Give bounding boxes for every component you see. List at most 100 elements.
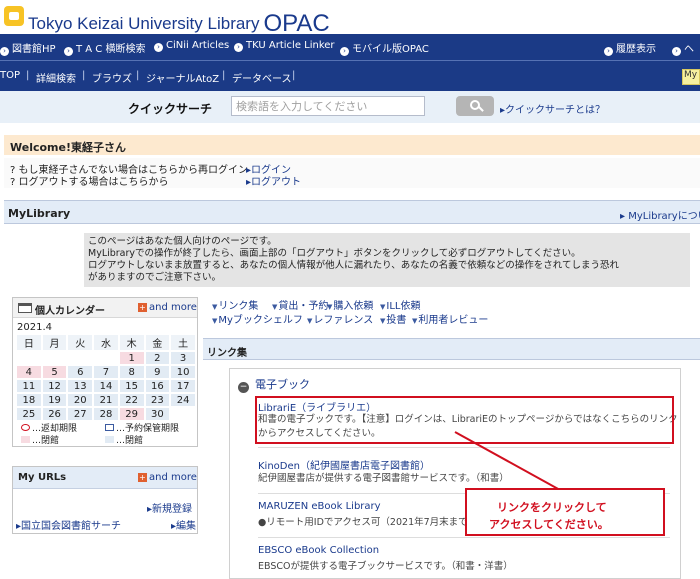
my-urls-title: My URLs [18,472,67,483]
library-logo-icon[interactable] [4,6,24,26]
arrow-circle-icon: › [604,47,613,56]
calendar-more-link[interactable]: + and more [138,302,197,313]
notice-line: がありますのでご注意下さい。 [88,272,222,283]
site-title[interactable]: Tokyo Keizai University Library OPAC [28,8,330,37]
menu-link-links[interactable]: ▼リンク集 [212,297,258,312]
calendar-day: 30 [145,408,170,420]
quick-search-help-link[interactable]: ▸クイックサーチとは？ [500,101,605,116]
my-urls-panel: My URLs + and more ▸新規登録 ▸国立国会図書館サーチ ▸編集 [12,466,198,534]
calendar-day: 17 [171,380,195,392]
plus-icon: + [138,303,147,312]
personal-calendar: 個人カレンダー + and more 2021.4 日 月 火 水 木 金 土 1… [12,297,198,447]
menu-link-reference[interactable]: ▼レファレンス [307,311,373,326]
calendar-day: 29 [119,408,144,420]
menu-browse[interactable]: ブラウズ [92,70,132,85]
topnav-label: TKU Article Linker [246,40,335,51]
links-header: リンク集 [203,338,700,360]
triangle-down-icon: ▼ [307,317,313,325]
links-title: リンク集 [207,348,247,359]
arrow-circle-icon: › [672,47,681,56]
topnav-item-article-linker[interactable]: › TKU Article Linker [234,40,335,52]
quick-search-help-text: クイックサーチとは？ [505,105,606,116]
menu-link-bookshelf[interactable]: ▼Myブックシェルフ [212,311,303,326]
mylibrary-help-text: MyLibraryについ [628,211,700,222]
calendar-icon [18,303,32,313]
calendar-day: 14 [94,380,118,392]
search-button[interactable] [456,96,494,116]
weekday: 月 [42,335,67,350]
menu-separator: | [222,70,226,81]
calendar-day: 9 [145,366,170,378]
topnav-item-history[interactable]: › 履歴表示 [604,40,656,56]
calendar-title: 個人カレンダー [35,306,105,317]
notice-line: ログアウトしないまま放置すると、あなたの個人情報が他人に漏れたり、あなたの名義で… [88,260,619,271]
my-urls-more-link[interactable]: + and more [138,472,197,483]
welcome-banner: Welcome!東経子さん [4,135,700,155]
topnav-item-cinii[interactable]: › CiNii Articles [154,40,229,52]
logout-link[interactable]: ▸ログアウト [246,173,301,188]
calendar-grid: 日 月 火 水 木 金 土 1 2 3 4 5 6 7 8 9 10 11 12… [15,333,197,422]
menu-link-purchase[interactable]: ▼購入依頼 [327,297,373,312]
calendar-day: 2 [145,352,170,364]
ebook-description: 紀伊國屋書店が提供する電子図書館サービスです。（和書） [258,473,509,484]
menu-database[interactable]: データベース [232,70,292,85]
ndl-search-link[interactable]: ▸国立国会図書館サーチ [16,517,121,532]
calendar-day [171,408,195,420]
menu-link-text: Myブックシェルフ [218,315,303,326]
calendar-day: 21 [94,394,118,406]
edit-url-link[interactable]: ▸編集 [171,517,196,532]
mylibrary-help-link[interactable]: ▸ MyLibraryについ [620,207,700,222]
topnav-item-library-hp[interactable]: › 図書館HP [0,40,56,56]
ebook-divider [258,537,670,538]
calendar-day: 22 [119,394,144,406]
annotation-callout: リンクをクリックして アクセスしてください。 [465,488,665,536]
triangle-right-icon: ▸ [620,211,629,222]
arrow-circle-icon: › [234,43,243,52]
calendar-day: 16 [145,380,170,392]
menu-link-feedback[interactable]: ▼投書 [380,311,406,326]
menu-link-text: レファレンス [313,315,374,326]
calendar-day: 27 [68,408,93,420]
ebook-link-kinoden[interactable]: KinoDen（紀伊國屋書店電子図書館） [258,457,430,472]
topnav-item-tac[interactable]: › T A C 横断検索 [64,40,145,56]
topnav-label: ヘ [684,44,694,55]
menu-separator: | [82,70,86,81]
calendar-day: 25 [17,408,41,420]
calendar-weekdays: 日 月 火 水 木 金 土 [17,335,195,350]
menu-link-loans[interactable]: ▼貸出・予約 [272,297,328,312]
topnav-item-help[interactable]: › ヘ [672,40,694,56]
edit-url-text: 編集 [176,521,197,532]
mylibrary-badge[interactable]: My [682,69,700,85]
menu-advanced-search[interactable]: 詳細検索 [36,70,76,85]
ebook-section-toggle[interactable]: − 電子ブック [238,376,310,393]
search-icon-handle [478,106,484,112]
annotation-line-1: リンクをクリックして [497,501,607,514]
legend-closed-2: …閉館 [105,433,143,446]
topnav-label: 図書館HP [12,44,56,55]
weekday: 火 [68,335,93,350]
notice-line: MyLibraryでの操作が終了したら、画面上部の「ログアウト」ボタンをクリック… [88,248,581,259]
my-urls-header: My URLs + and more [13,467,197,489]
annotation-line-2: アクセスしてください。 [489,518,609,531]
quick-search-bar: クイックサーチ ▸クイックサーチとは？ [0,91,700,123]
topnav-label: CiNii Articles [166,40,230,51]
menu-link-ill[interactable]: ▼ILL依頼 [380,297,420,312]
ebook-link-ebsco[interactable]: EBSCO eBook Collection [258,545,379,556]
menu-top[interactable]: TOP [0,70,20,81]
calendar-day: 10 [171,366,195,378]
arrow-circle-icon: › [154,43,163,52]
menu-separator: | [292,70,296,81]
quick-search-input[interactable] [231,96,425,116]
new-url-link[interactable]: ▸新規登録 [147,500,192,515]
due-swatch-icon [21,424,30,431]
notice-line: このページはあなた個人向けのページです。 [88,236,277,247]
menu-link-reviews[interactable]: ▼利用者レビュー [412,311,488,326]
calendar-day: 1 [119,352,144,364]
menu-journal-atoz[interactable]: ジャーナルAtoZ [146,70,219,85]
menu-link-text: 利用者レビュー [418,315,489,326]
weekday: 土 [171,335,195,350]
topnav-item-mobile-opac[interactable]: › モバイル版OPAC [340,40,429,56]
calendar-week: 11 12 13 14 15 16 17 [17,380,195,392]
ebook-link-maruzen[interactable]: MARUZEN eBook Library [258,501,381,512]
triangle-down-icon: ▼ [212,317,218,325]
